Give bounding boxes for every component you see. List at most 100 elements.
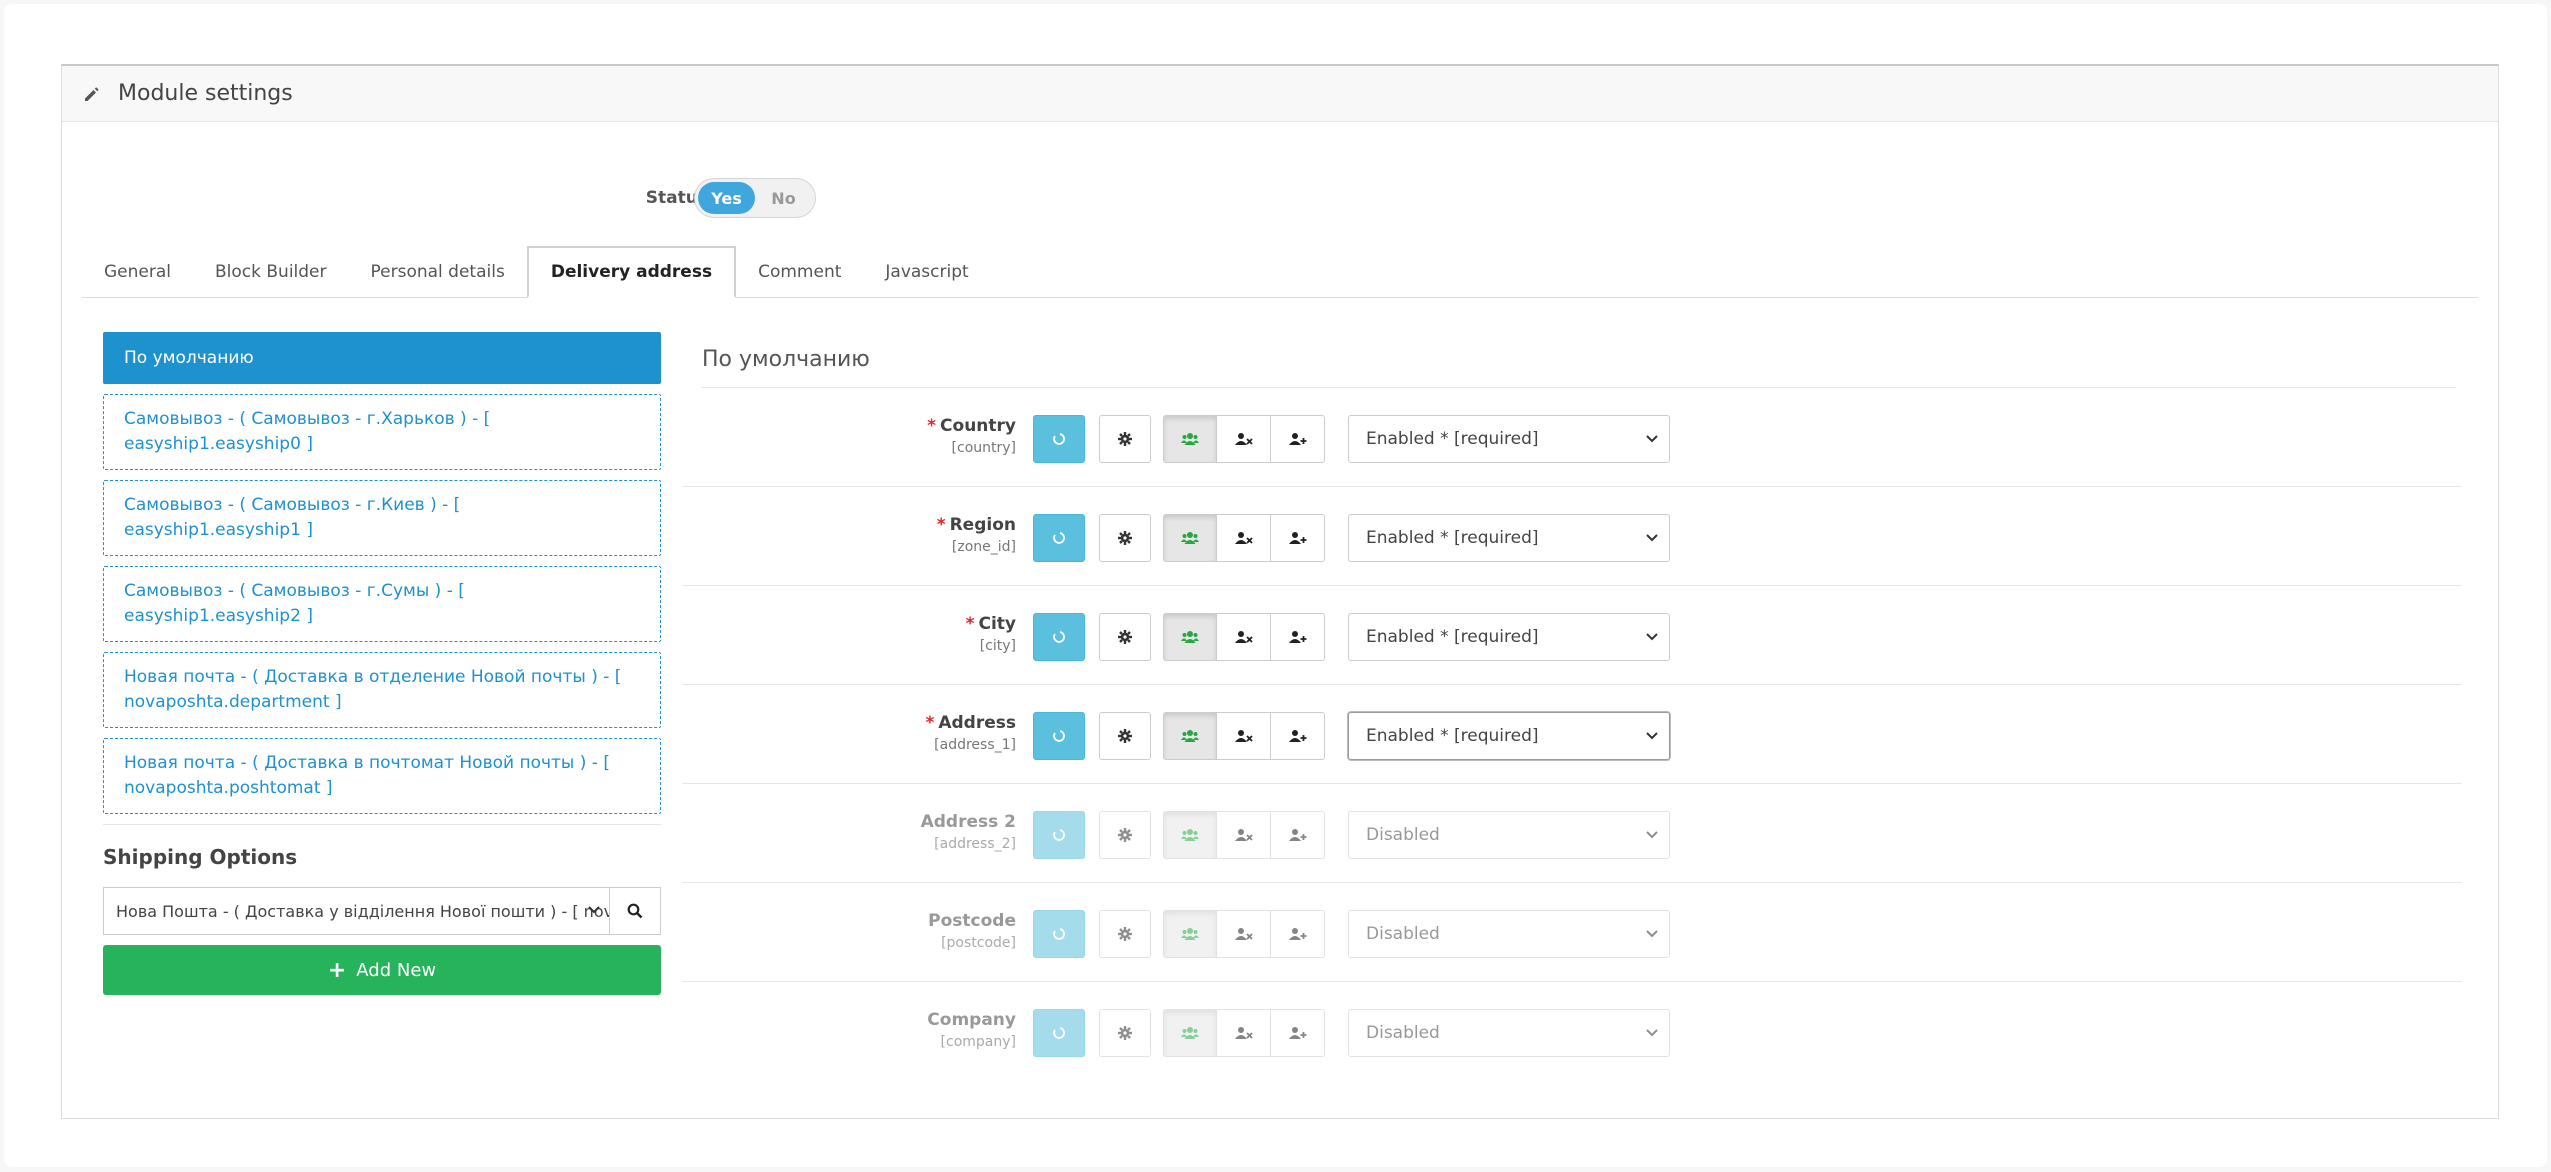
field-name-text: City [978,614,1016,634]
add-new-button[interactable]: + Add New [103,945,661,995]
settings-button[interactable] [1099,613,1151,661]
all-customers-button[interactable] [1163,910,1217,958]
field-status-select[interactable]: Enabled * [required] [1348,712,1670,760]
field-list: * Country [country] Enabled * [required] * Re… [682,388,2482,1081]
settings-button[interactable] [1099,910,1151,958]
shipping-item[interactable]: Новая почта - ( Доставка в почтомат Ново… [103,738,661,814]
user-plus-icon [1288,532,1306,544]
field-status-select[interactable]: Disabled [1348,1009,1670,1057]
tab-delivery-address[interactable]: Delivery address [526,246,737,298]
field-status-select[interactable]: Disabled [1348,811,1670,859]
tab-general[interactable]: General [82,247,193,297]
field-name: Company [702,1010,1016,1030]
required-marker: * [925,713,935,733]
settings-button[interactable] [1099,415,1151,463]
status-no-option[interactable]: No [755,182,812,214]
field-label: * Country [country] [702,416,1016,456]
user-plus-icon [1288,433,1306,445]
field-key: [postcode] [941,935,1016,951]
shipping-item-default[interactable]: По умолчанию [103,332,661,384]
guest-only-button[interactable] [1217,811,1271,859]
guest-only-button[interactable] [1217,1009,1271,1057]
divider [103,824,661,825]
shipping-item[interactable]: Новая почта - ( Доставка в отделение Нов… [103,652,661,728]
all-customers-button[interactable] [1163,712,1217,760]
field-label: Postcode [postcode] [702,911,1016,951]
refresh-button[interactable] [1033,910,1085,958]
shipping-item[interactable]: Самовывоз - ( Самовывоз - г.Киев ) - [ e… [103,480,661,556]
shipping-item[interactable]: Самовывоз - ( Самовывоз - г.Харьков ) - … [103,394,661,470]
shipping-select-group: Нова Пошта - ( Доставка у відділення Нов… [103,887,661,935]
status-yes-option[interactable]: Yes [698,182,755,214]
section-title: По умолчанию [702,332,2456,388]
guest-only-button[interactable] [1217,613,1271,661]
shipping-options-select[interactable]: Нова Пошта - ( Доставка у відділення Нов… [103,887,609,935]
refresh-button[interactable] [1033,811,1085,859]
user-times-icon [1234,631,1253,643]
refresh-button[interactable] [1033,514,1085,562]
field-settings: По умолчанию * Country [country] Enabled * … [682,332,2482,1081]
all-customers-button[interactable] [1163,1009,1217,1057]
user-times-icon [1234,532,1253,544]
tab-bar: General Block Builder Personal details D… [82,246,2478,298]
settings-button[interactable] [1099,514,1151,562]
circle-arrow-icon [1053,928,1065,940]
guest-only-button[interactable] [1217,514,1271,562]
field-row: * Country [country] Enabled * [required] [682,388,2462,487]
gear-icon [1118,1026,1132,1040]
field-name: * Address [702,713,1016,733]
settings-button[interactable] [1099,712,1151,760]
field-status-value: Enabled * [required] [1366,726,1539,746]
guest-only-button[interactable] [1217,415,1271,463]
settings-button[interactable] [1099,811,1151,859]
gear-icon [1118,630,1132,644]
users-icon [1181,928,1199,940]
tab-comment[interactable]: Comment [736,247,863,297]
refresh-button[interactable] [1033,1009,1085,1057]
refresh-button[interactable] [1033,415,1085,463]
refresh-button[interactable] [1033,613,1085,661]
guest-only-button[interactable] [1217,712,1271,760]
settings-button[interactable] [1099,1009,1151,1057]
all-customers-button[interactable] [1163,613,1217,661]
field-status-select[interactable]: Enabled * [required] [1348,415,1670,463]
field-label: Company [company] [702,1010,1016,1050]
field-status-select[interactable]: Enabled * [required] [1348,514,1670,562]
field-status-select[interactable]: Enabled * [required] [1348,613,1670,661]
field-name-text: Address [938,713,1016,733]
circle-arrow-icon [1053,433,1065,445]
registered-only-button[interactable] [1271,1009,1325,1057]
guest-only-button[interactable] [1217,910,1271,958]
user-times-icon [1234,1027,1253,1039]
refresh-button[interactable] [1033,712,1085,760]
registered-only-button[interactable] [1271,613,1325,661]
required-marker: * [965,614,975,634]
search-button[interactable] [609,887,661,935]
registered-only-button[interactable] [1271,910,1325,958]
status-toggle[interactable]: Yes No [694,178,816,218]
field-status-value: Enabled * [required] [1366,528,1539,548]
customer-group-buttons [1163,514,1327,562]
users-icon [1181,433,1199,445]
all-customers-button[interactable] [1163,415,1217,463]
field-status-select[interactable]: Disabled [1348,910,1670,958]
field-name: * Country [702,416,1016,436]
registered-only-button[interactable] [1271,415,1325,463]
registered-only-button[interactable] [1271,712,1325,760]
chevron-down-icon [1646,633,1658,641]
shipping-item[interactable]: Самовывоз - ( Самовывоз - г.Сумы ) - [ e… [103,566,661,642]
tab-block-builder[interactable]: Block Builder [193,247,349,297]
users-icon [1181,631,1199,643]
tab-javascript[interactable]: Javascript [863,247,990,297]
all-customers-button[interactable] [1163,514,1217,562]
field-status-value: Enabled * [required] [1366,627,1539,647]
registered-only-button[interactable] [1271,811,1325,859]
customer-group-buttons [1163,415,1327,463]
tab-personal-details[interactable]: Personal details [349,247,527,297]
registered-only-button[interactable] [1271,514,1325,562]
all-customers-button[interactable] [1163,811,1217,859]
field-row: * Region [zone_id] Enabled * [required] [682,487,2462,586]
users-icon [1181,1027,1199,1039]
shipping-method-list: По умолчанию Самовывоз - ( Самовывоз - г… [103,332,661,995]
field-name: * Region [702,515,1016,535]
